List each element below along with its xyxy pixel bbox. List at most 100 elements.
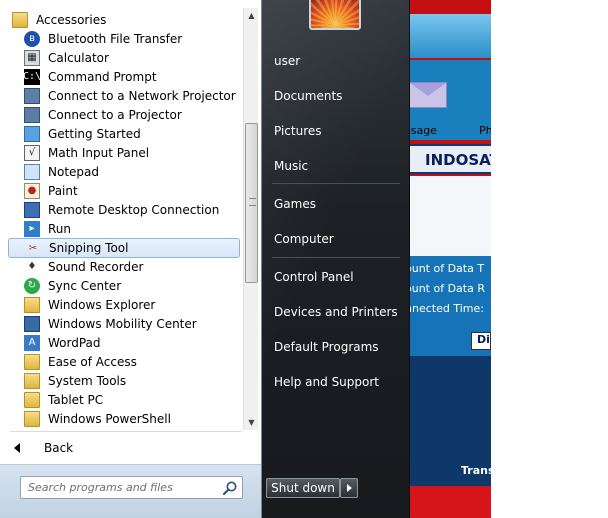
program-run[interactable]: ▸ Run xyxy=(8,219,240,238)
folder-tablet-pc[interactable]: Tablet PC xyxy=(8,390,240,409)
program-wordpad[interactable]: A WordPad xyxy=(8,333,240,352)
wordpad-icon: A xyxy=(24,334,40,351)
program-label: Getting Started xyxy=(48,126,141,141)
flower-picture-icon xyxy=(311,0,359,28)
start-menu-programs-pane: Accessories ʙ Bluetooth File Transfer ▦ … xyxy=(0,0,262,518)
link-devices-and-printers[interactable]: Devices and Printers xyxy=(274,305,398,319)
mobility-center-icon xyxy=(24,315,40,332)
user-avatar[interactable] xyxy=(309,0,361,30)
snipping-tool-icon: ✂ xyxy=(28,242,38,254)
folder-windows-powershell[interactable]: Windows PowerShell xyxy=(8,409,240,428)
calculator-icon: ▦ xyxy=(24,49,40,66)
program-command-prompt[interactable]: C:\ Command Prompt xyxy=(8,67,240,86)
link-user[interactable]: user xyxy=(274,54,300,68)
folder-system-tools[interactable]: System Tools xyxy=(8,371,240,390)
info-line-sent: ount of Data R xyxy=(405,282,485,295)
program-windows-explorer[interactable]: Windows Explorer xyxy=(8,295,240,314)
program-label: Paint xyxy=(48,183,78,198)
math-input-icon: √ xyxy=(24,144,40,161)
link-music[interactable]: Music xyxy=(274,159,308,173)
program-remote-desktop[interactable]: Remote Desktop Connection xyxy=(8,200,240,219)
link-default-programs[interactable]: Default Programs xyxy=(274,340,379,354)
background-app-title: INDOSAT xyxy=(425,151,491,169)
link-games[interactable]: Games xyxy=(274,197,316,211)
accessories-folder[interactable]: Accessories xyxy=(12,10,244,29)
scroll-thumb[interactable] xyxy=(245,123,258,283)
program-label: Windows Mobility Center xyxy=(48,316,197,331)
disconnect-button[interactable]: Dis xyxy=(471,332,491,350)
program-paint[interactable]: ● Paint xyxy=(8,181,240,200)
link-pictures[interactable]: Pictures xyxy=(274,124,322,138)
program-label: Command Prompt xyxy=(48,69,157,84)
back-label: Back xyxy=(44,441,74,455)
program-label: Sound Recorder xyxy=(48,259,144,274)
program-sound-recorder[interactable]: ♦ Sound Recorder xyxy=(8,257,240,276)
notepad-icon xyxy=(24,163,40,180)
mail-icon[interactable] xyxy=(409,82,447,108)
program-sync-center[interactable]: ↻ Sync Center xyxy=(8,276,240,295)
command-prompt-icon: C:\ xyxy=(23,68,41,85)
program-connect-network-projector[interactable]: Connect to a Network Projector xyxy=(8,86,240,105)
shutdown-button[interactable]: Shut down xyxy=(266,478,340,498)
back-button[interactable]: Back xyxy=(14,438,73,458)
background-toolbar xyxy=(405,14,491,58)
search-box[interactable] xyxy=(20,476,243,499)
info-line-received: ount of Data T xyxy=(405,262,485,275)
program-connect-projector[interactable]: Connect to a Projector xyxy=(8,105,240,124)
desktop: ssage Ph INDOSAT ount of Data T ount of … xyxy=(0,0,608,518)
folder-label: Ease of Access xyxy=(48,354,137,369)
link-documents[interactable]: Documents xyxy=(274,89,342,103)
folder-ease-of-access[interactable]: Ease of Access xyxy=(8,352,240,371)
scroll-down-arrow-icon[interactable]: ▼ xyxy=(244,415,259,430)
search-icon[interactable] xyxy=(222,480,238,496)
divider xyxy=(10,431,242,432)
program-getting-started[interactable]: Getting Started xyxy=(8,124,240,143)
scroll-grip-icon xyxy=(249,198,256,206)
program-label: Bluetooth File Transfer xyxy=(48,31,183,46)
link-control-panel[interactable]: Control Panel xyxy=(274,270,354,284)
accessories-folder-label: Accessories xyxy=(36,12,107,27)
program-label: WordPad xyxy=(48,335,101,350)
explorer-folder-icon xyxy=(24,296,40,313)
link-help-and-support[interactable]: Help and Support xyxy=(274,375,379,389)
program-math-input-panel[interactable]: √ Math Input Panel xyxy=(8,143,240,162)
programs-scrollbar[interactable]: ▲ ▼ xyxy=(243,8,258,430)
start-menu-links-pane: user Documents Pictures Music Games Comp… xyxy=(262,0,410,518)
folder-icon xyxy=(24,391,40,408)
remote-desktop-icon xyxy=(24,201,40,218)
program-label: Windows Explorer xyxy=(48,297,156,312)
background-content-area xyxy=(405,176,491,256)
folder-icon xyxy=(12,11,28,28)
scroll-up-arrow-icon[interactable]: ▲ xyxy=(244,8,259,23)
program-windows-mobility-center[interactable]: Windows Mobility Center xyxy=(8,314,240,333)
program-notepad[interactable]: Notepad xyxy=(8,162,240,181)
folder-label: Tablet PC xyxy=(48,392,104,407)
background-bottom-band xyxy=(405,486,491,518)
folder-icon xyxy=(24,353,40,370)
run-icon: ▸ xyxy=(24,220,40,237)
shutdown-options-arrow-icon[interactable] xyxy=(340,478,358,498)
folder-icon xyxy=(24,410,40,427)
paint-icon: ● xyxy=(24,182,40,199)
divider xyxy=(272,257,400,258)
program-label: Remote Desktop Connection xyxy=(48,202,220,217)
link-computer[interactable]: Computer xyxy=(274,232,334,246)
sync-icon: ↻ xyxy=(24,277,40,294)
getting-started-icon xyxy=(24,125,40,142)
program-label: Run xyxy=(48,221,72,236)
background-app-window[interactable]: ssage Ph INDOSAT ount of Data T ount of … xyxy=(405,0,491,518)
divider xyxy=(272,183,400,184)
projector-icon xyxy=(24,106,40,123)
search-input[interactable] xyxy=(21,477,217,498)
bluetooth-icon: ʙ xyxy=(24,30,40,47)
search-area xyxy=(0,464,261,518)
folder-label: System Tools xyxy=(48,373,127,388)
back-arrow-icon xyxy=(14,443,20,453)
phone-label[interactable]: Ph xyxy=(479,124,491,137)
folder-label: Windows PowerShell xyxy=(48,411,171,426)
program-label: Sync Center xyxy=(48,278,122,293)
background-app-title-bar: INDOSAT xyxy=(405,144,491,174)
program-bluetooth-file-transfer[interactable]: ʙ Bluetooth File Transfer xyxy=(8,29,240,48)
program-snipping-tool[interactable]: ✂ Snipping Tool xyxy=(8,238,240,258)
program-calculator[interactable]: ▦ Calculator xyxy=(8,48,240,67)
